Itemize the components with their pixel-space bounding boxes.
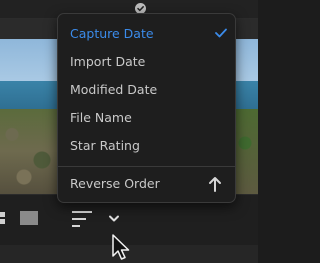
menu-item-label: Modified Date [70,82,158,97]
single-view-icon[interactable] [20,211,38,225]
menu-item-label: Star Rating [70,138,140,153]
photo-thumbnail[interactable] [0,39,60,194]
chevron-down-icon[interactable] [108,214,120,224]
checkmark-icon [215,28,227,38]
menu-item-file-name[interactable]: File Name [58,104,235,132]
menu-divider [58,166,235,167]
menu-item-modified-date[interactable]: Modified Date [58,76,235,104]
menu-item-label: File Name [70,110,132,125]
sort-lines-icon[interactable] [72,210,94,228]
menu-item-label: Reverse Order [70,176,160,191]
app-window: Capture Date Import Date Modified Date F… [0,0,258,263]
arrow-up-icon [209,177,221,192]
sort-menu: Capture Date Import Date Modified Date F… [57,13,236,203]
grid-view-icon[interactable] [0,212,6,224]
menu-item-capture-date[interactable]: Capture Date [58,20,235,48]
mouse-pointer-icon [112,234,130,260]
menu-item-star-rating[interactable]: Star Rating [58,132,235,160]
menu-item-label: Capture Date [70,26,154,41]
menu-item-reverse-order[interactable]: Reverse Order [58,170,235,198]
menu-item-label: Import Date [70,54,146,69]
menu-item-import-date[interactable]: Import Date [58,48,235,76]
